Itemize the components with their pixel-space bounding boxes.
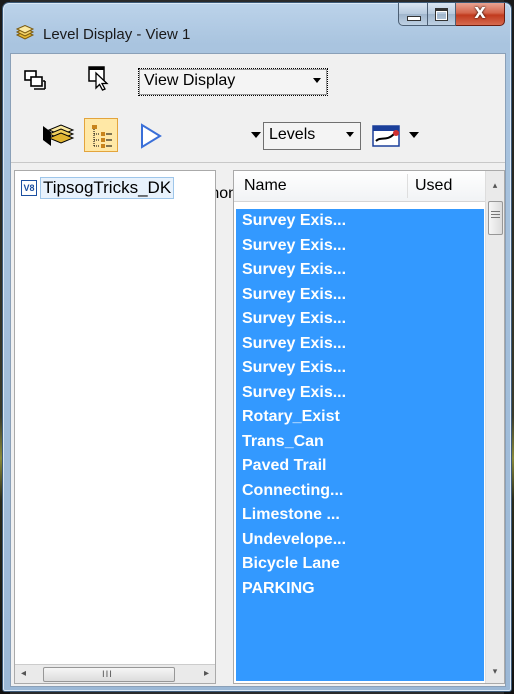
tree-item-label: TipsogTricks_DK (40, 177, 175, 199)
minimize-icon (407, 16, 421, 21)
scroll-right-icon[interactable]: ▸ (198, 665, 215, 683)
caption-buttons: X (398, 3, 505, 27)
view-display-dropdown[interactable]: View Display (138, 68, 328, 96)
level-row[interactable]: Survey Exis... (236, 209, 484, 234)
level-row[interactable]: Survey Exis... (236, 381, 484, 406)
symbology-icon[interactable] (372, 122, 402, 148)
filter-icon[interactable] (139, 123, 163, 149)
title-bar[interactable]: Level Display - View 1 X (3, 3, 511, 53)
views-icon[interactable] (23, 68, 47, 92)
levels-dropdown[interactable]: Levels (263, 122, 361, 150)
column-separator[interactable] (407, 174, 408, 198)
level-row[interactable]: Survey Exis... (236, 234, 484, 259)
filter-dropdown-arrow-icon[interactable] (251, 132, 261, 138)
maximize-icon (435, 8, 448, 21)
level-row[interactable]: Survey Exis... (236, 307, 484, 332)
level-row[interactable]: Paved Trail (236, 454, 484, 479)
minimize-button[interactable] (398, 3, 428, 26)
level-row[interactable]: Limestone ... (236, 503, 484, 528)
close-button[interactable]: X (456, 3, 505, 26)
tree-item-file[interactable]: V8 TipsogTricks_DK (21, 177, 175, 199)
level-row[interactable]: Bicycle Lane (236, 552, 484, 577)
level-row[interactable]: Survey Exis... (236, 258, 484, 283)
maximize-button[interactable] (428, 3, 456, 26)
close-icon: X (474, 4, 486, 22)
scroll-up-icon[interactable]: ▴ (486, 177, 504, 195)
level-display-app-icon (15, 25, 35, 40)
view-toolbar: View Display (11, 54, 505, 100)
horizontal-scrollbar[interactable]: ◂ III ▸ (15, 664, 215, 683)
dgn-file-icon: V8 (21, 180, 37, 196)
column-header-used[interactable]: Used (415, 177, 452, 195)
level-row[interactable]: Survey Exis... (236, 356, 484, 381)
scroll-down-icon[interactable]: ▾ (486, 663, 504, 681)
tree-list-toggle[interactable] (84, 118, 118, 152)
chevron-down-icon (346, 132, 354, 137)
level-row[interactable]: Undevelope... (236, 528, 484, 553)
level-row[interactable]: Trans_Can (236, 430, 484, 455)
vertical-scrollbar[interactable]: ▴ ▾ (485, 171, 504, 683)
tree-list-icon (92, 125, 112, 148)
level-display-window: Level Display - View 1 X View Display (n… (2, 2, 512, 692)
level-row[interactable]: PARKING (236, 577, 484, 602)
chevron-down-icon (313, 78, 321, 83)
select-view-icon[interactable] (87, 65, 113, 91)
level-row[interactable]: Survey Exis... (236, 283, 484, 308)
scroll-grip-icon (491, 211, 500, 212)
level-manager-icon[interactable] (41, 122, 75, 148)
level-row[interactable]: Survey Exis... (236, 332, 484, 357)
view-display-value: View Display (144, 72, 236, 89)
window-client-area: View Display (none) Levels V8 TipsogTric… (10, 53, 506, 687)
horizontal-scroll-thumb[interactable]: III (43, 667, 175, 682)
toolbar-divider (11, 162, 505, 163)
level-rows: Survey Exis... Survey Exis... Survey Exis.… (236, 209, 484, 681)
symbology-dropdown-arrow-icon[interactable] (409, 132, 419, 138)
level-row[interactable]: Rotary_Exist (236, 405, 484, 430)
window-title: Level Display - View 1 (43, 26, 191, 43)
level-toolbar: (none) Levels (11, 112, 505, 202)
scroll-left-icon[interactable]: ◂ (15, 665, 32, 683)
level-row[interactable]: Connecting... (236, 479, 484, 504)
vertical-scroll-thumb[interactable] (488, 201, 503, 235)
level-list-pane[interactable]: Name Used Survey Exis... Survey Exis... Su… (233, 170, 505, 684)
levels-value: Levels (269, 126, 316, 143)
column-header-name[interactable]: Name (244, 177, 287, 195)
scroll-grip-icon: III (102, 670, 113, 680)
file-tree-pane[interactable]: V8 TipsogTricks_DK ◂ III ▸ (14, 170, 216, 684)
list-header: Name Used (234, 171, 486, 202)
